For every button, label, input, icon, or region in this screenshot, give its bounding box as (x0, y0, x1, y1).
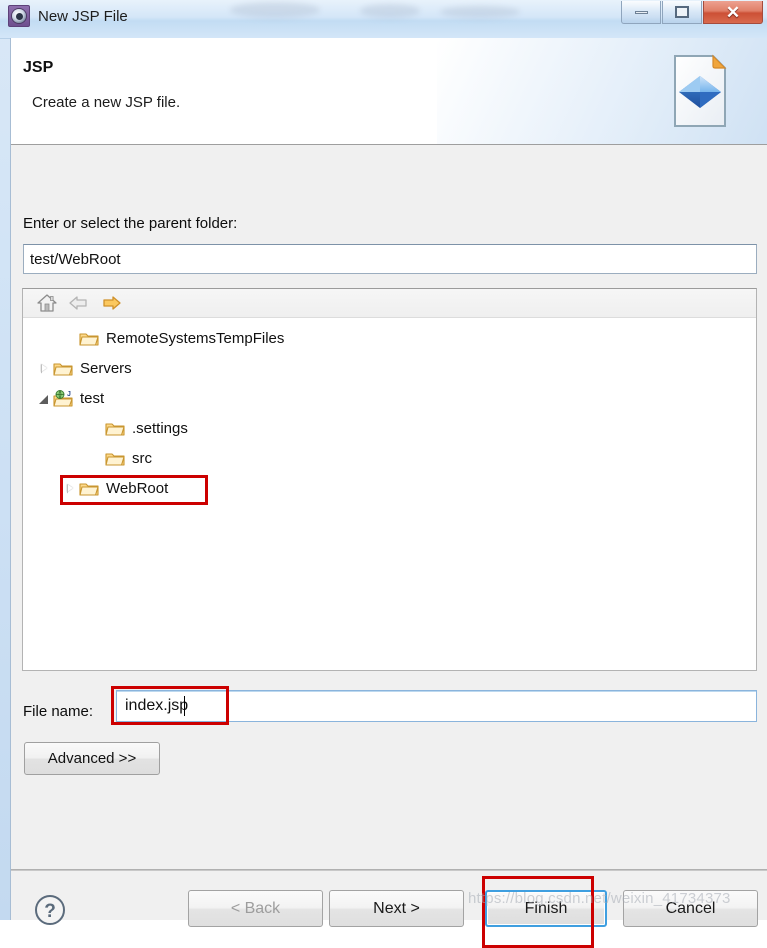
tree-node-label: src (132, 449, 152, 467)
jsp-file-icon (674, 54, 727, 127)
next-button[interactable]: Next > (329, 890, 464, 927)
minimize-icon (634, 10, 648, 14)
file-name-label: File name: (23, 703, 94, 720)
folder-icon (79, 332, 99, 346)
help-icon[interactable]: ? (33, 893, 67, 927)
folder-tree[interactable]: RemoteSystemsTempFiles Servers Jtest .setti… (23, 319, 756, 503)
tree-node-label: .settings (132, 419, 188, 437)
maximize-button[interactable] (662, 1, 702, 24)
tree-node-servers[interactable]: Servers (23, 353, 756, 383)
page-title: JSP (23, 59, 54, 76)
folder-icon (105, 420, 125, 437)
tree-node-label: RemoteSystemsTempFiles (106, 329, 285, 347)
dialog-client: JSP Create a new JSP file. Enter or sele… (10, 38, 767, 948)
web-project-icon: J (53, 389, 73, 407)
title-bar[interactable]: New JSP File ✕ (0, 0, 767, 39)
folder-icon (79, 330, 99, 347)
folder-icon (53, 360, 73, 377)
file-name-value: index.jsp (125, 697, 189, 714)
collapse-arrow-icon[interactable] (37, 361, 51, 375)
tree-node-label: test (80, 389, 105, 407)
folder-icon (105, 422, 125, 436)
tree-node-src[interactable]: src (23, 443, 756, 473)
folder-icon (105, 450, 125, 467)
folder-tree-panel: RemoteSystemsTempFiles Servers Jtest .setti… (22, 288, 757, 671)
tree-node-test[interactable]: Jtest (23, 383, 756, 413)
folder-icon (53, 362, 73, 376)
back-arrow-icon[interactable] (68, 293, 90, 313)
folder-icon (105, 452, 125, 466)
web-project-icon: J (53, 389, 73, 407)
forward-arrow-icon[interactable] (100, 293, 122, 313)
tree-node-settings[interactable]: .settings (23, 413, 756, 443)
watermark-text: https://blog.csdn.net/weixin_41734373 (468, 890, 731, 907)
dialog-window: New JSP File ✕ JSP Create a new JSP file… (0, 0, 767, 948)
footer-divider (11, 869, 767, 871)
page-description: Create a new JSP file. (32, 94, 181, 111)
back-button[interactable]: < Back (188, 890, 323, 927)
folder-icon (79, 480, 99, 497)
text-caret (184, 696, 185, 716)
tree-node-webroot[interactable]: WebRoot (23, 473, 756, 503)
folder-icon (79, 482, 99, 496)
parent-folder-input[interactable]: test/WebRoot (23, 244, 757, 274)
parent-folder-label: Enter or select the parent folder: (23, 215, 238, 232)
minimize-button[interactable] (621, 1, 661, 24)
window-controls: ✕ (621, 1, 763, 25)
close-icon: ✕ (725, 2, 741, 22)
titlebar-reflection (230, 2, 320, 18)
tree-node-remotesystemstempfiles[interactable]: RemoteSystemsTempFiles (23, 323, 756, 353)
tree-node-label: Servers (80, 359, 132, 377)
collapse-arrow-icon[interactable] (63, 481, 77, 495)
svg-text:J: J (67, 391, 71, 398)
home-icon[interactable] (36, 293, 58, 313)
file-name-input[interactable]: index.jsp (116, 690, 757, 722)
titlebar-reflection (360, 4, 420, 18)
title-bar-left: New JSP File (8, 5, 128, 27)
wizard-body: Enter or select the parent folder: test/… (11, 145, 767, 948)
svg-text:?: ? (44, 901, 56, 922)
expand-arrow-icon[interactable] (37, 391, 51, 405)
maximize-icon (675, 6, 689, 18)
tree-toolbar (23, 289, 756, 318)
close-button[interactable]: ✕ (703, 1, 763, 24)
advanced-button[interactable]: Advanced >> (24, 742, 160, 775)
window-title: New JSP File (38, 7, 128, 25)
titlebar-reflection (440, 6, 520, 18)
tree-node-label: WebRoot (106, 479, 169, 497)
wizard-header: JSP Create a new JSP file. (11, 38, 767, 145)
gear-icon (8, 5, 30, 27)
